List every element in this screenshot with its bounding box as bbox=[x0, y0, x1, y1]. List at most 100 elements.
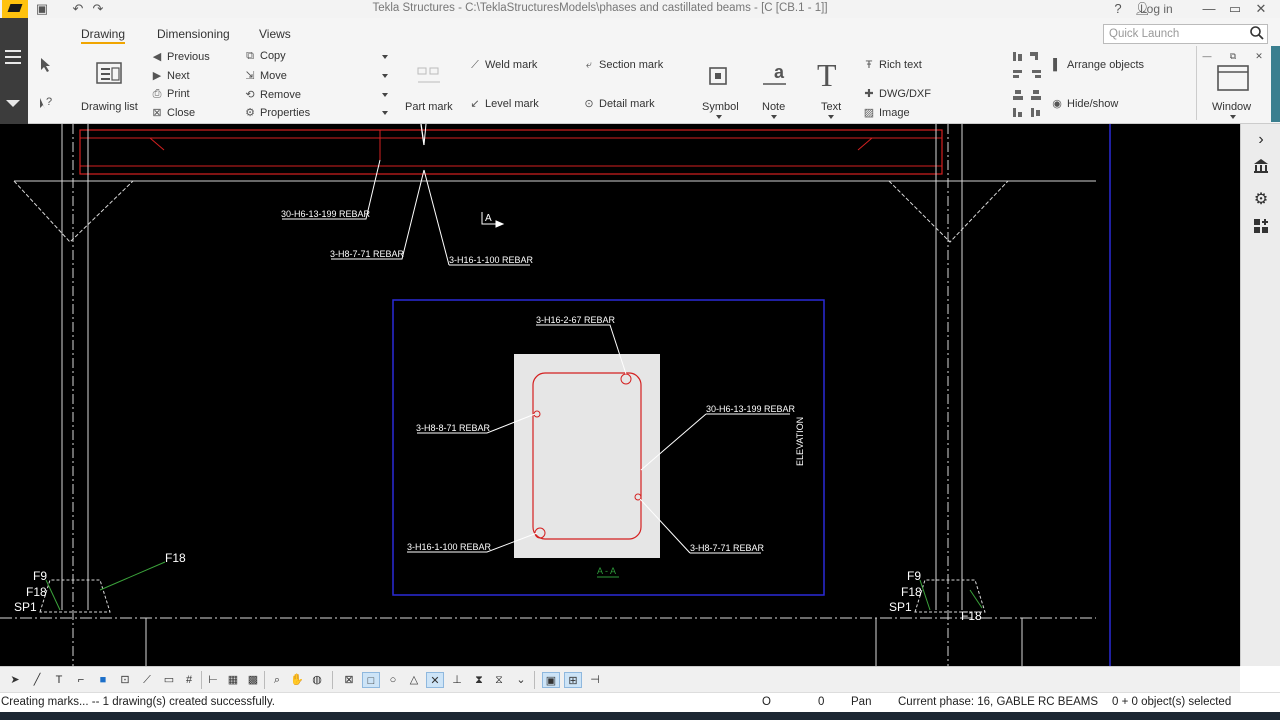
label-30h6-section[interactable]: 30-H6-13-199 REBAR bbox=[706, 404, 796, 414]
part-mark-icon[interactable] bbox=[416, 66, 444, 89]
copy-dropdown-icon[interactable] bbox=[382, 55, 388, 59]
note-button[interactable]: Note bbox=[762, 101, 785, 113]
left-weld-f9[interactable]: F9 bbox=[33, 569, 47, 583]
text-icon[interactable]: T bbox=[816, 57, 844, 93]
arrange-objects-button[interactable]: ▌ Arrange objects bbox=[1050, 59, 1144, 71]
drawing-list-button[interactable]: Drawing list bbox=[81, 101, 138, 113]
left-weld-sp1[interactable]: SP1 bbox=[14, 600, 37, 614]
snap-perpendicular-icon[interactable]: ⊥ bbox=[448, 672, 466, 688]
close-window-button[interactable]: ✕ bbox=[1254, 1, 1268, 17]
right-weld-sp1[interactable]: SP1 bbox=[889, 600, 912, 614]
level-mark-button[interactable]: ↙ Level mark bbox=[468, 97, 538, 110]
image-button[interactable]: ▨ Image bbox=[862, 106, 910, 119]
mark-tool-icon[interactable]: ⌐ bbox=[72, 672, 90, 688]
grid-snap-icon[interactable]: ▦ bbox=[224, 672, 242, 688]
catalog-icon[interactable] bbox=[1245, 156, 1277, 184]
fill-select-icon[interactable]: ■ bbox=[94, 672, 112, 688]
label-3h8-7-71-section[interactable]: 3-H8-7-71 REBAR bbox=[690, 543, 765, 553]
move-dropdown-icon[interactable] bbox=[382, 74, 388, 78]
quick-launch-input[interactable]: Quick Launch bbox=[1103, 24, 1268, 44]
next-button[interactable]: ▶ Next bbox=[150, 69, 190, 82]
label-3h8-8-71[interactable]: 3-H8-8-71 REBAR bbox=[416, 423, 491, 433]
right-weld-f18[interactable]: F18 bbox=[901, 585, 922, 599]
window-button[interactable]: Window bbox=[1212, 101, 1251, 113]
remove-dropdown-icon[interactable] bbox=[382, 93, 388, 97]
snap-rectangle-icon[interactable]: □ bbox=[362, 672, 380, 688]
right-weld-f9[interactable]: F9 bbox=[907, 569, 921, 583]
print-button[interactable]: ⎙ Print bbox=[150, 88, 190, 101]
tekla-logo[interactable] bbox=[2, 0, 28, 18]
help-button[interactable]: ? bbox=[1112, 1, 1124, 17]
right-weld-f18-low[interactable]: F18 bbox=[961, 609, 982, 623]
left-weld-f18-top[interactable]: F18 bbox=[165, 551, 186, 565]
previous-button[interactable]: ◀ Previous bbox=[150, 50, 210, 63]
symbol-dropdown-icon[interactable] bbox=[716, 115, 722, 119]
part-mark-button[interactable]: Part mark bbox=[405, 101, 453, 113]
minimize-button[interactable]: — bbox=[1202, 1, 1216, 17]
dwg-dxf-button[interactable]: ✚ DWG/DXF bbox=[862, 87, 931, 100]
pan-icon[interactable]: ✋ bbox=[288, 672, 306, 688]
section-mark-button[interactable]: ⤶ Section mark bbox=[582, 59, 663, 72]
copy-button[interactable]: ⧉ Copy bbox=[243, 50, 286, 63]
text-tool-icon[interactable]: T bbox=[50, 672, 68, 688]
detail-mark-button[interactable]: ⊙ Detail mark bbox=[582, 97, 654, 110]
snap-triangle-icon[interactable]: △ bbox=[405, 672, 423, 688]
tab-drawing[interactable]: Drawing bbox=[81, 27, 126, 44]
snap-intersection-icon[interactable]: ⊠ bbox=[340, 672, 358, 688]
ribbon-restore-icon[interactable]: ⧉ bbox=[1228, 48, 1238, 64]
view-select-icon[interactable]: ⊡ bbox=[116, 672, 134, 688]
login-link[interactable]: Log in bbox=[1140, 2, 1173, 16]
hide-show-button[interactable]: ◉ Hide/show bbox=[1050, 97, 1118, 110]
maximize-button[interactable]: ▭ bbox=[1228, 1, 1242, 17]
search-icon[interactable] bbox=[1249, 25, 1267, 43]
snap-override-icon[interactable]: ▣ bbox=[542, 672, 560, 688]
symbol-button[interactable]: Symbol bbox=[702, 101, 739, 113]
weld-mark-button[interactable]: ⟋ Weld mark bbox=[468, 59, 537, 72]
snap-end-icon[interactable]: ⧖ bbox=[490, 672, 508, 688]
expand-icon[interactable] bbox=[6, 100, 20, 107]
move-button[interactable]: ⇲ Move bbox=[243, 69, 287, 82]
menu-icon[interactable] bbox=[5, 50, 21, 52]
snap-circle-icon[interactable]: ○ bbox=[384, 672, 402, 688]
symbol-icon[interactable] bbox=[708, 66, 728, 89]
text-button[interactable]: Text bbox=[821, 101, 841, 113]
snap-free-icon[interactable]: ⌄ bbox=[512, 672, 530, 688]
select-icon[interactable]: ➤ bbox=[6, 672, 24, 688]
ribbon-minimize-icon[interactable]: — bbox=[1202, 48, 1212, 64]
align-icons[interactable] bbox=[1010, 50, 1046, 123]
dimension-icon[interactable]: ⊢ bbox=[204, 672, 222, 688]
weld-select-icon[interactable]: ⟋ bbox=[138, 672, 156, 688]
tab-dimensioning[interactable]: Dimensioning bbox=[157, 27, 230, 41]
context-help-icon[interactable]: ? bbox=[38, 94, 54, 113]
tab-views[interactable]: Views bbox=[259, 27, 291, 41]
label-3h8-rebar[interactable]: 3-H8-7-71 REBAR bbox=[330, 249, 405, 259]
label-30h6-rebar[interactable]: 30-H6-13-199 REBAR bbox=[281, 209, 371, 219]
line-icon[interactable]: ╱ bbox=[28, 672, 46, 688]
properties-button[interactable]: ⚙ Properties bbox=[243, 106, 310, 119]
redo-icon[interactable]: ↷ bbox=[90, 1, 106, 17]
label-3h16-1-100-section[interactable]: 3-H16-1-100 REBAR bbox=[407, 542, 492, 552]
zoom-icon[interactable]: ⌕ bbox=[268, 672, 286, 688]
drawing-canvas[interactable]: 30-H6-13-199 REBAR 3-H8-7-71 REBAR 3-H16… bbox=[0, 124, 1240, 666]
settings-gear-icon[interactable]: ⚙ bbox=[1245, 186, 1277, 214]
note-dropdown-icon[interactable] bbox=[771, 115, 777, 119]
drawing-list-icon[interactable] bbox=[96, 60, 126, 89]
dim-select-icon[interactable]: ▭ bbox=[160, 672, 178, 688]
select-pointer-icon[interactable] bbox=[39, 57, 53, 76]
text-dropdown-icon[interactable] bbox=[828, 115, 834, 119]
snap-geometry-icon[interactable]: ⊞ bbox=[564, 672, 582, 688]
label-3h16-rebar[interactable]: 3-H16-1-100 REBAR bbox=[449, 255, 534, 265]
remove-button[interactable]: ⟲ Remove bbox=[243, 88, 301, 101]
grid-snap-alt-icon[interactable]: ▩ bbox=[244, 672, 262, 688]
ribbon-close-icon[interactable]: ✕ bbox=[1254, 48, 1264, 64]
rich-text-button[interactable]: Ŧ Rich text bbox=[862, 59, 922, 71]
chevron-right-icon[interactable]: › bbox=[1245, 126, 1277, 154]
save-icon[interactable]: ▣ bbox=[34, 1, 50, 17]
window-dropdown-icon[interactable] bbox=[1230, 115, 1236, 119]
applications-icon[interactable] bbox=[1245, 216, 1277, 244]
grid-select-icon[interactable]: # bbox=[180, 672, 198, 688]
render-icon[interactable]: ◍ bbox=[308, 672, 326, 688]
close-button[interactable]: ⊠ Close bbox=[150, 106, 195, 119]
snap-cross-icon[interactable]: ✕ bbox=[426, 672, 444, 688]
snap-midpoint-icon[interactable]: ⧗ bbox=[470, 672, 488, 688]
